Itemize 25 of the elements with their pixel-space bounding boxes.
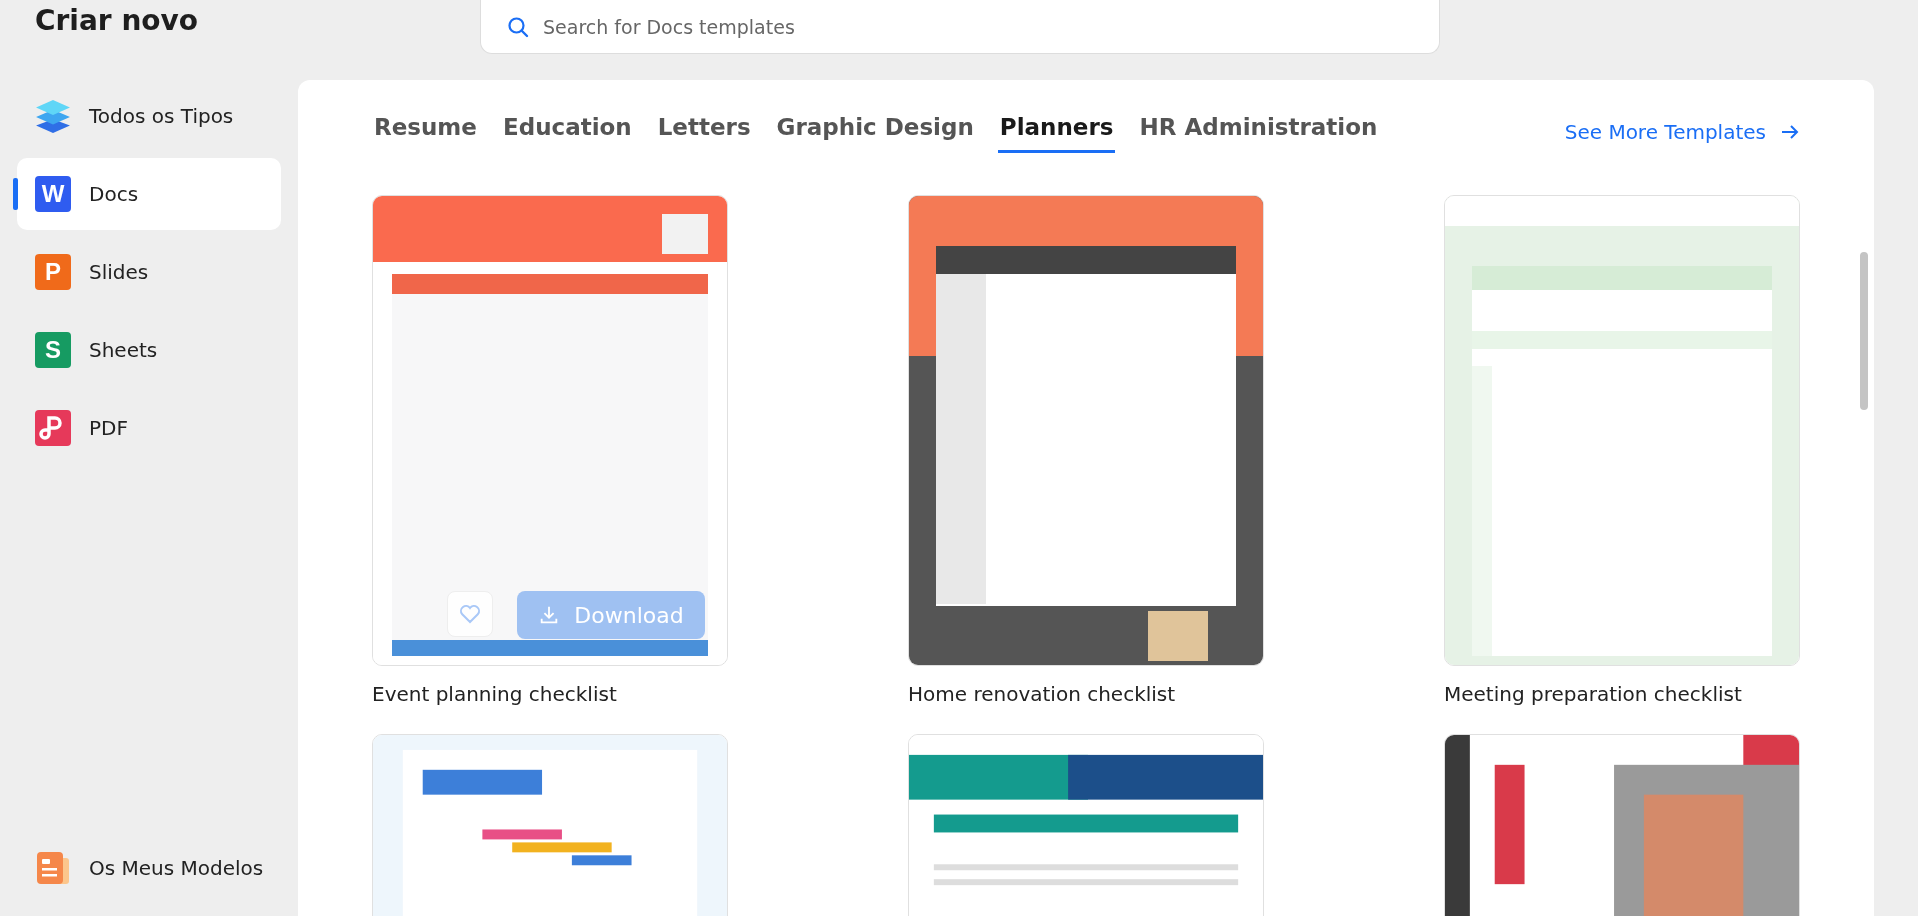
page-title: Criar novo (34, 3, 200, 39)
sidebar-item[interactable]: PDF (17, 392, 281, 464)
app-icon: S (35, 332, 71, 368)
template-title: Meeting preparation checklist (1444, 682, 1743, 706)
category-tab[interactable]: HR Administration (1137, 110, 1380, 153)
sidebar-item[interactable]: S Sheets (17, 314, 281, 386)
search-icon (506, 15, 530, 39)
layers-icon (35, 98, 71, 134)
app-icon: W (35, 176, 71, 212)
category-tab[interactable]: Resume (372, 110, 479, 153)
category-tab[interactable]: Graphic Design (774, 110, 976, 153)
template-title: Event planning checklist (372, 682, 618, 706)
search-field[interactable]: Search for Docs templates (480, 0, 1440, 54)
see-more-link[interactable]: See More Templates (1564, 119, 1800, 144)
category-tab[interactable]: Letters (655, 110, 753, 153)
sidebar-item[interactable]: Todos os Tipos (17, 80, 281, 152)
heart-icon (458, 602, 482, 626)
category-tab[interactable]: Education (500, 110, 634, 153)
scrollbar[interactable] (1860, 252, 1868, 410)
category-tab[interactable]: Planners (997, 110, 1116, 153)
document-icon (35, 850, 71, 886)
app-icon: P (35, 254, 71, 290)
sidebar-item[interactable]: Os Meus Modelos (17, 832, 281, 904)
sidebar-item[interactable]: P Slides (17, 236, 281, 308)
template-title: Home renovation checklist (908, 682, 1177, 706)
